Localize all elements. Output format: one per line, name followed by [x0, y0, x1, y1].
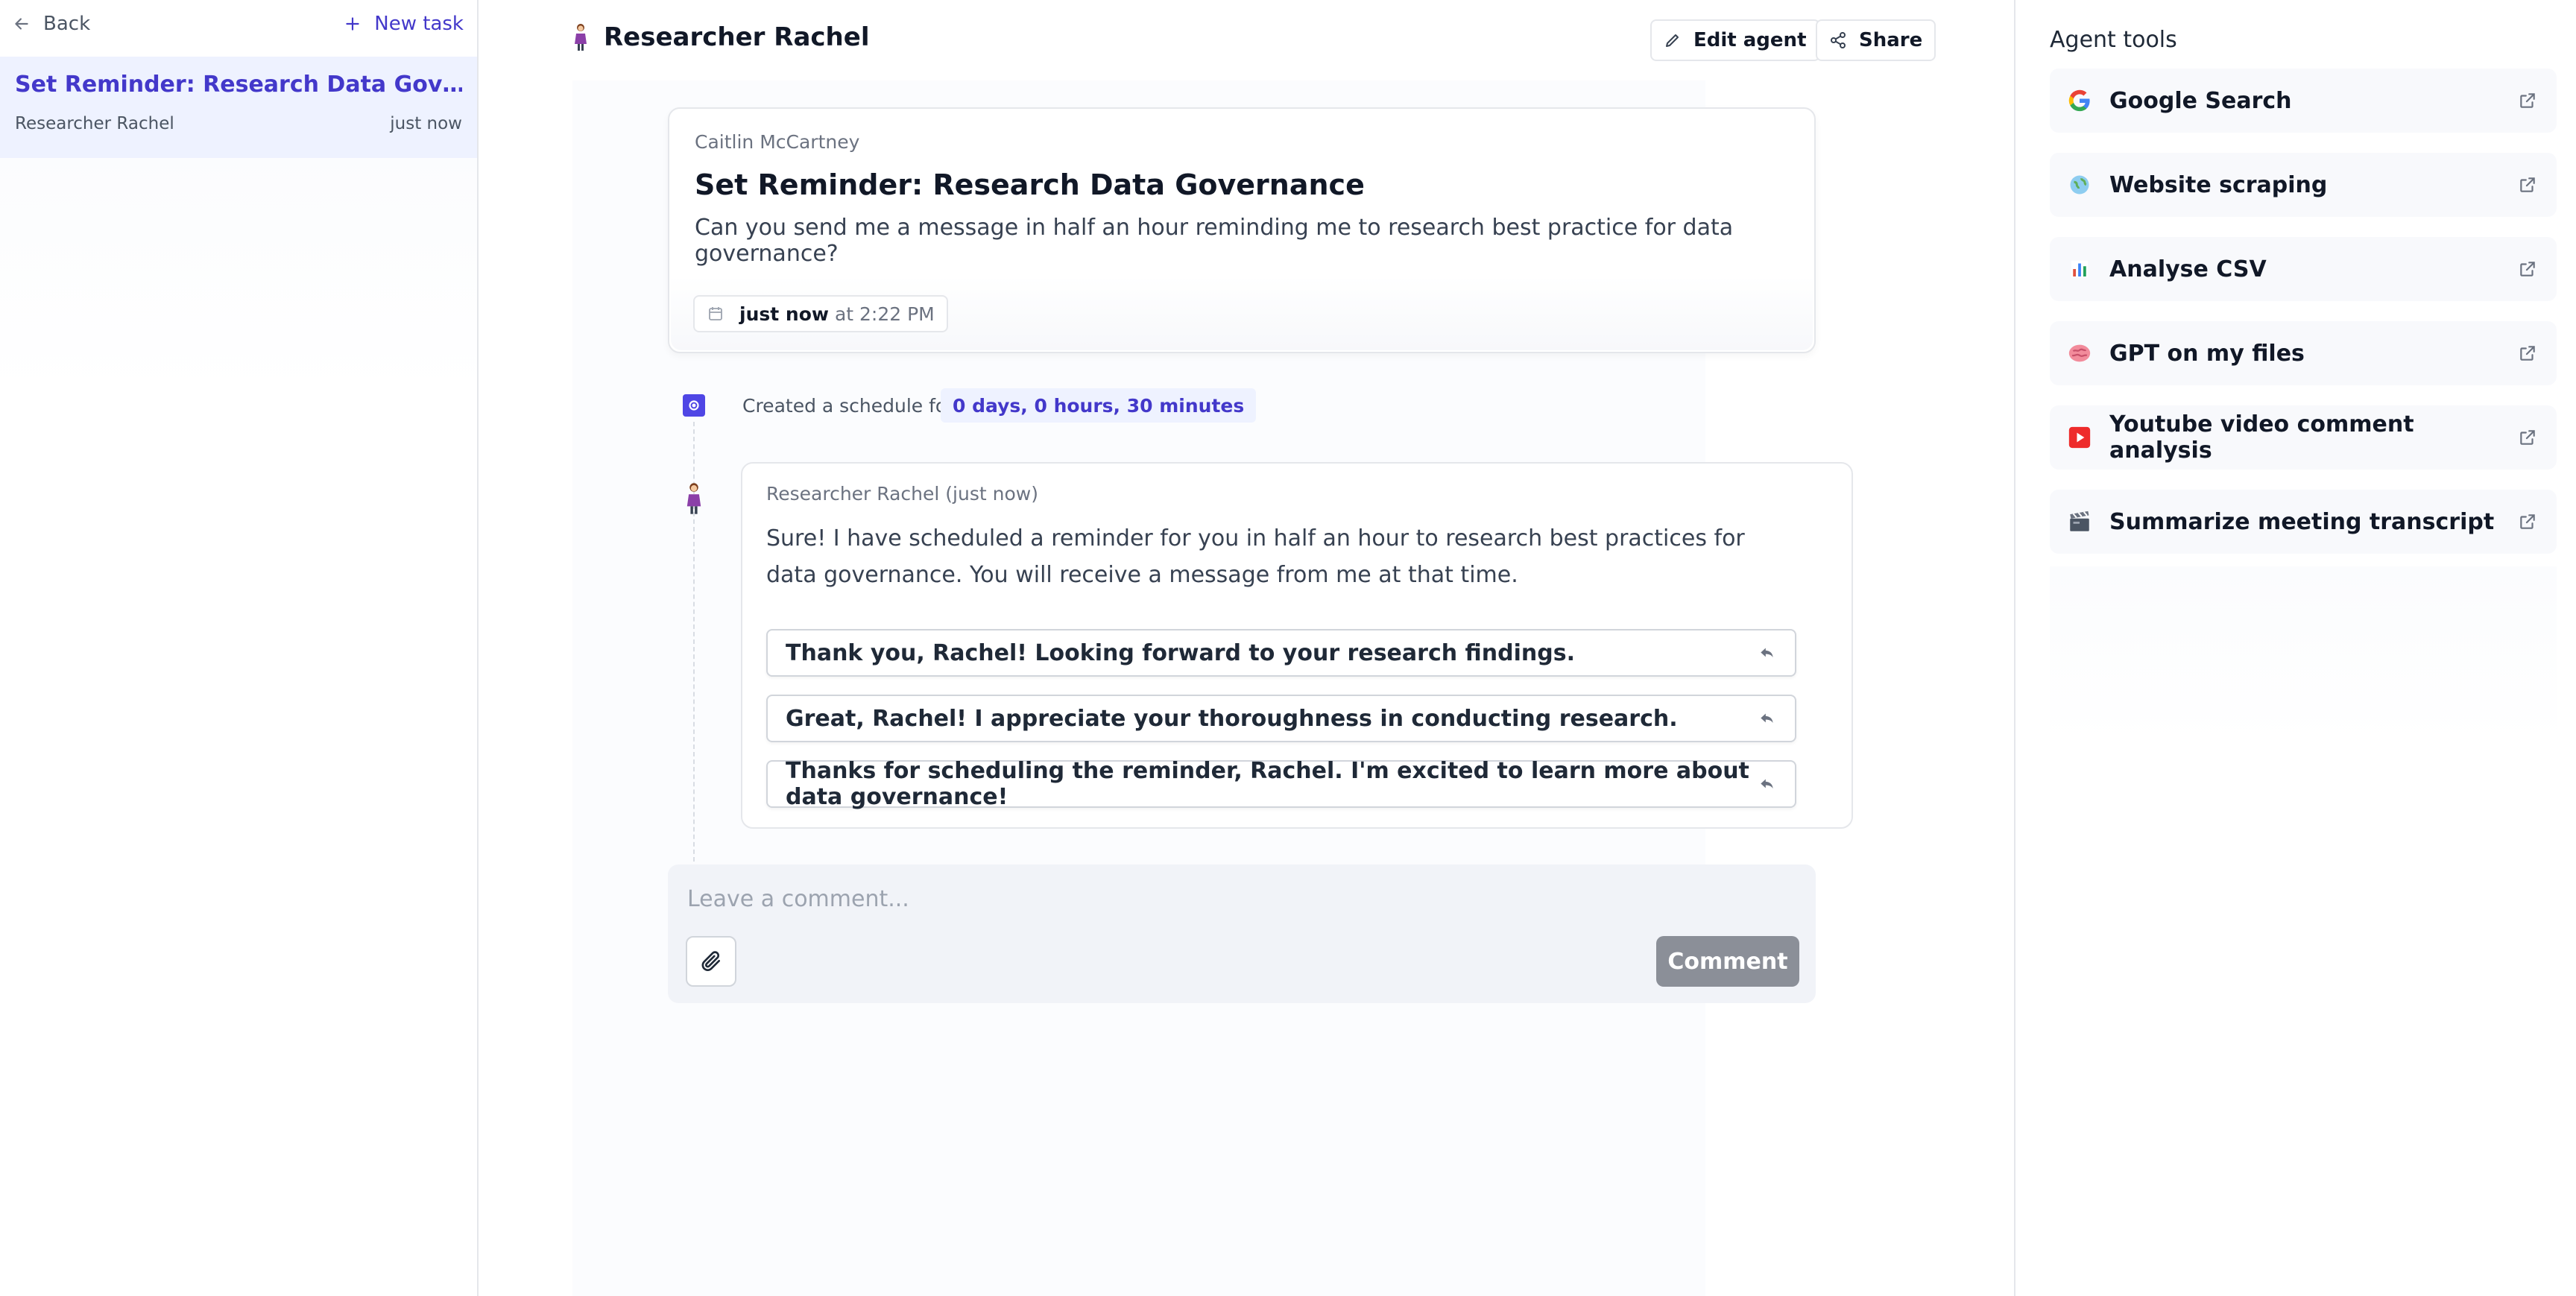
suggested-reply-text: Great, Rachel! I appreciate your thoroug… — [786, 705, 1678, 732]
tool-label: Summarize meeting transcript — [2109, 508, 2495, 535]
agent-reply-avatar-icon — [686, 483, 701, 514]
tool-label: Youtube video comment analysis — [2109, 411, 2414, 464]
reply-author: Researcher Rachel (just now) — [766, 483, 1038, 505]
task-list-item-time: just now — [390, 114, 462, 133]
google-icon — [2066, 87, 2093, 114]
task-date-chip: just now at 2:22 PM — [693, 295, 948, 332]
tool-label: Website scraping — [2109, 171, 2328, 198]
edit-agent-label: Edit agent — [1693, 29, 1807, 51]
agent-title: Researcher Rachel — [572, 22, 869, 52]
clapperboard-icon — [2066, 508, 2093, 535]
reply-arrow-icon — [1761, 648, 1773, 657]
tool-website-scraping[interactable]: Website scraping — [2050, 153, 2557, 217]
task-time: at 2:22 PM — [834, 303, 935, 325]
tool-label: Analyse CSV — [2109, 256, 2267, 282]
attach-file-button[interactable] — [686, 936, 736, 987]
external-link-icon — [2520, 514, 2535, 529]
task-title: Set Reminder: Research Data Governance — [695, 168, 1365, 201]
suggested-reply[interactable]: Great, Rachel! I appreciate your thoroug… — [766, 695, 1796, 742]
share-icon — [1831, 32, 1846, 48]
comment-box: Comment — [668, 864, 1816, 1003]
back-label: Back — [43, 13, 91, 35]
schedule-icon — [683, 394, 705, 417]
external-link-icon — [2520, 346, 2535, 361]
agent-tools-panel: Agent tools Google Search Website scrapi… — [2014, 0, 2576, 1296]
tools-background — [2050, 566, 2557, 745]
schedule-text: Created a schedule for — [742, 395, 955, 417]
new-task-label: New task — [374, 13, 464, 35]
globe-icon — [2066, 171, 2093, 198]
suggested-reply-text: Thank you, Rachel! Looking forward to yo… — [786, 639, 1575, 666]
new-task-button[interactable]: New task — [343, 13, 464, 35]
edit-agent-button[interactable]: Edit agent — [1650, 19, 1820, 61]
tools-title: Agent tools — [2050, 27, 2177, 53]
task-card: Caitlin McCartney Set Reminder: Research… — [668, 107, 1816, 353]
paperclip-icon — [701, 951, 720, 971]
agent-name: Researcher Rachel — [604, 22, 870, 52]
task-author: Caitlin McCartney — [695, 131, 860, 153]
pencil-icon — [1666, 34, 1679, 47]
external-link-icon — [2520, 177, 2535, 192]
sidebar-toolbar: Back New task — [0, 0, 477, 48]
external-link-icon — [2520, 93, 2535, 108]
back-button[interactable]: Back — [12, 13, 90, 35]
share-label: Share — [1859, 29, 1923, 51]
task-list-item-title: Set Reminder: Research Data Gov… — [15, 72, 462, 98]
task-description: Can you send me a message in half an hou… — [695, 215, 1734, 267]
task-sidebar: Back New task Set Reminder: Research Dat… — [0, 0, 479, 1296]
brain-icon — [2066, 340, 2093, 367]
reply-arrow-icon — [1761, 779, 1773, 788]
tool-analyse-csv[interactable]: Analyse CSV — [2050, 237, 2557, 301]
comment-input[interactable] — [687, 881, 1790, 917]
external-link-icon — [2520, 262, 2535, 276]
task-list-item[interactable]: Set Reminder: Research Data Gov… Researc… — [0, 57, 477, 158]
reply-arrow-icon — [1761, 713, 1773, 723]
tool-label: GPT on my files — [2109, 340, 2305, 367]
agent-avatar-icon — [575, 24, 587, 51]
reply-body: Sure! I have scheduled a reminder for yo… — [766, 525, 1745, 588]
tool-label: Google Search — [2109, 87, 2292, 114]
task-date: just now — [739, 303, 829, 325]
suggested-reply[interactable]: Thank you, Rachel! Looking forward to yo… — [766, 629, 1796, 677]
suggested-reply-text: Thanks for scheduling the reminder, Rach… — [786, 758, 1749, 810]
youtube-icon — [2066, 424, 2093, 451]
share-button[interactable]: Share — [1816, 19, 1936, 61]
task-list-item-agent: Researcher Rachel — [15, 114, 174, 133]
tool-summarize-meeting-transcript[interactable]: Summarize meeting transcript — [2050, 490, 2557, 554]
tool-gpt-on-my-files[interactable]: GPT on my files — [2050, 321, 2557, 385]
tool-google-search[interactable]: Google Search — [2050, 69, 2557, 133]
schedule-duration-badge: 0 days, 0 hours, 30 minutes — [941, 388, 1257, 423]
plus-icon — [346, 17, 359, 31]
task-detail: Researcher Rachel Edit agent Share Caitl… — [480, 0, 2005, 1296]
calendar-icon — [709, 307, 722, 320]
bar-chart-icon — [2066, 256, 2093, 282]
sidebar-background — [0, 149, 477, 395]
comment-submit-button[interactable]: Comment — [1656, 936, 1799, 987]
external-link-icon — [2520, 430, 2535, 445]
tool-youtube-comment-analysis[interactable]: Youtube video comment analysis — [2050, 405, 2557, 470]
arrow-left-icon — [15, 18, 28, 30]
suggested-reply[interactable]: Thanks for scheduling the reminder, Rach… — [766, 758, 1796, 810]
agent-reply-card: Researcher Rachel (just now) Sure! I hav… — [741, 462, 1853, 829]
